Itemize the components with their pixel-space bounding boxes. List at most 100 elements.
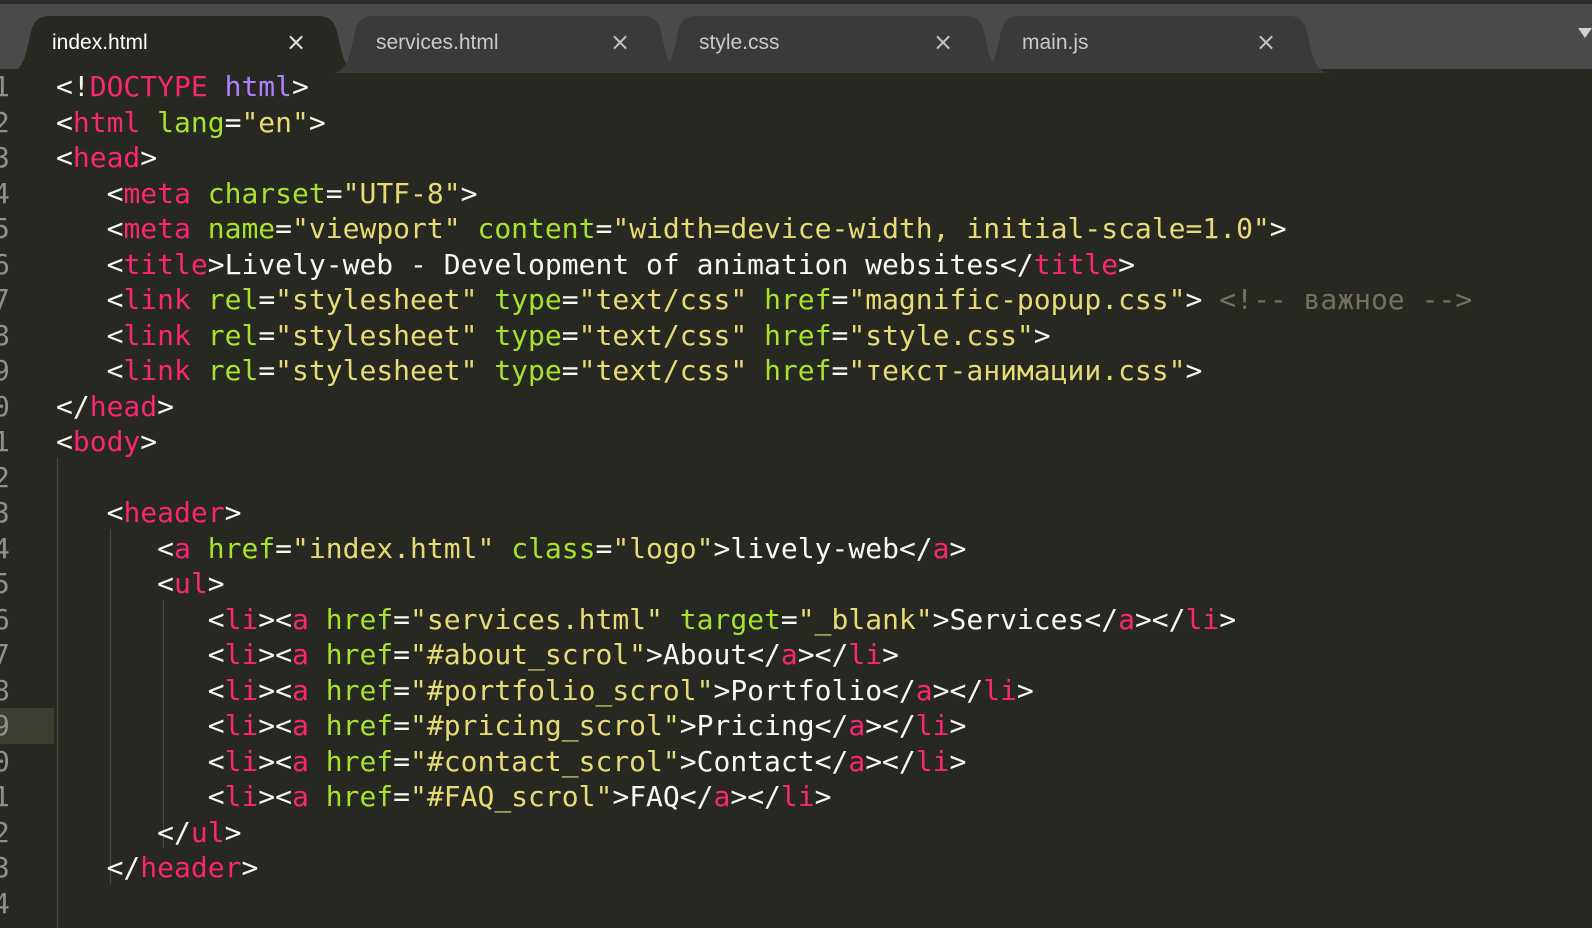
- code-text: <header>: [56, 495, 242, 531]
- token-punc: <: [106, 354, 124, 387]
- code-line[interactable]: 2 <html lang="en">: [0, 105, 1592, 141]
- token-attr: href: [764, 283, 832, 316]
- code-text: <ul>: [56, 566, 224, 602]
- token-punc: >: [646, 638, 663, 671]
- code-text: <title>Lively-web - Development of anima…: [56, 247, 1135, 283]
- close-icon[interactable]: ×: [1256, 28, 1276, 56]
- token-tag: li: [224, 638, 259, 671]
- tab-overflow-chevron-icon[interactable]: [1578, 28, 1592, 38]
- code-line[interactable]: 3 <head>: [0, 140, 1592, 176]
- token-attr: rel: [207, 283, 259, 316]
- code-line[interactable]: 5 <ul>: [0, 566, 1592, 602]
- code-line[interactable]: 3 </header>: [0, 850, 1592, 886]
- tab-services-html[interactable]: services.html ×: [332, 16, 684, 73]
- token-tag: html: [72, 105, 141, 139]
- code-line[interactable]: 8 <li><a href="#portfolio_scrol">Portfol…: [0, 673, 1592, 709]
- code-line[interactable]: 1 <li><a href="#FAQ_scrol">FAQ</a></li>: [0, 779, 1592, 815]
- token-attr: target: [679, 602, 781, 636]
- code-line[interactable]: 4 <meta charset="UTF-8">: [0, 176, 1592, 212]
- token-punc: <: [106, 176, 124, 210]
- token-punc: ></: [932, 673, 984, 707]
- token-punc: =: [393, 602, 411, 636]
- tab-index-html[interactable]: index.html ×: [8, 16, 360, 73]
- token-punc: </: [157, 815, 191, 849]
- token-txt: Pricing: [696, 709, 815, 742]
- token-punc: =: [393, 638, 411, 671]
- token-punc: </: [56, 389, 90, 423]
- token-tag: li: [780, 780, 815, 813]
- token-str: "logo": [612, 531, 714, 565]
- token-tag: head: [72, 141, 141, 174]
- code-line[interactable]: 2: [0, 460, 1592, 496]
- line-number: 3: [0, 496, 10, 529]
- line-number: 6: [0, 247, 10, 281]
- token-kw: html: [224, 70, 293, 103]
- token-punc: >: [207, 247, 225, 281]
- code-line[interactable]: 0 </head>: [0, 389, 1592, 425]
- token-punc: >: [679, 744, 697, 778]
- token-punc: <: [56, 425, 73, 458]
- line-number: 9: [0, 354, 10, 387]
- token-punc: >: [1185, 283, 1203, 316]
- token-tag: DOCTYPE: [89, 70, 208, 103]
- token-str: "viewport": [292, 212, 461, 245]
- tab-main-js[interactable]: main.js ×: [978, 16, 1330, 73]
- token-punc: >: [308, 105, 326, 139]
- token-tag: a: [292, 638, 309, 671]
- token-tag: a: [292, 673, 309, 707]
- token-punc: >: [949, 531, 967, 565]
- code-line[interactable]: 7 <li><a href="#about_scrol">About</a></…: [0, 637, 1592, 673]
- token-punc: =: [780, 602, 798, 636]
- token-str: "stylesheet": [275, 318, 478, 352]
- line-number: 8: [0, 318, 10, 352]
- token-punc: >: [679, 709, 697, 742]
- token-tag: header: [140, 851, 242, 884]
- token-punc: >: [949, 709, 967, 742]
- code-line[interactable]: 8 <link rel="stylesheet" type="text/css"…: [0, 318, 1592, 354]
- code-line[interactable]: 5 <meta name="viewport" content="width=d…: [0, 211, 1592, 247]
- token-punc: ></: [1134, 602, 1186, 636]
- code-line[interactable]: 3 <header>: [0, 495, 1592, 531]
- close-icon[interactable]: ×: [933, 28, 953, 56]
- code-line[interactable]: 9 <link rel="stylesheet" type="text/css"…: [0, 353, 1592, 389]
- code-line[interactable]: 4: [0, 886, 1592, 922]
- code-editor[interactable]: 1 <!DOCTYPE html> 2 <html lang="en"> 3 <head>…: [0, 69, 1592, 928]
- code-line[interactable]: 9 <li><a href="#pricing_scrol">Pricing</…: [0, 708, 1592, 744]
- token-punc: >: [224, 496, 242, 529]
- code-line[interactable]: 6 <title>Lively-web - Development of ani…: [0, 247, 1592, 283]
- line-number: 1: [0, 70, 10, 103]
- token-punc: <: [207, 638, 225, 671]
- code-line[interactable]: 1 <body>: [0, 424, 1592, 460]
- token-attr: href: [325, 709, 394, 742]
- token-punc: >: [882, 638, 899, 671]
- code-line[interactable]: 0 <li><a href="#contact_scrol">Contact</…: [0, 744, 1592, 780]
- line-number: 2: [0, 815, 10, 849]
- code-text: <li><a href="#contact_scrol">Contact</a>…: [56, 744, 967, 780]
- code-line[interactable]: 4 <a href="index.html" class="logo">live…: [0, 531, 1592, 567]
- token-punc: =: [393, 780, 411, 813]
- token-punc: >: [814, 780, 832, 813]
- token-punc: =: [831, 283, 849, 316]
- token-punc: >: [713, 673, 731, 707]
- code-line[interactable]: 6 <li><a href="services.html" target="_b…: [0, 602, 1592, 638]
- code-line[interactable]: 1 <!DOCTYPE html>: [0, 69, 1592, 105]
- line-number: 4: [0, 531, 10, 565]
- tab-style-css[interactable]: style.css ×: [655, 16, 1007, 73]
- token-attr: href: [325, 602, 394, 636]
- code-line[interactable]: 2 </ul>: [0, 815, 1592, 851]
- close-icon[interactable]: ×: [286, 28, 306, 56]
- token-str: "magnific-popup.css": [848, 283, 1186, 316]
- code-line[interactable]: 7 <link rel="stylesheet" type="text/css"…: [0, 282, 1592, 318]
- close-icon[interactable]: ×: [610, 28, 630, 56]
- token-txt: About: [662, 638, 748, 671]
